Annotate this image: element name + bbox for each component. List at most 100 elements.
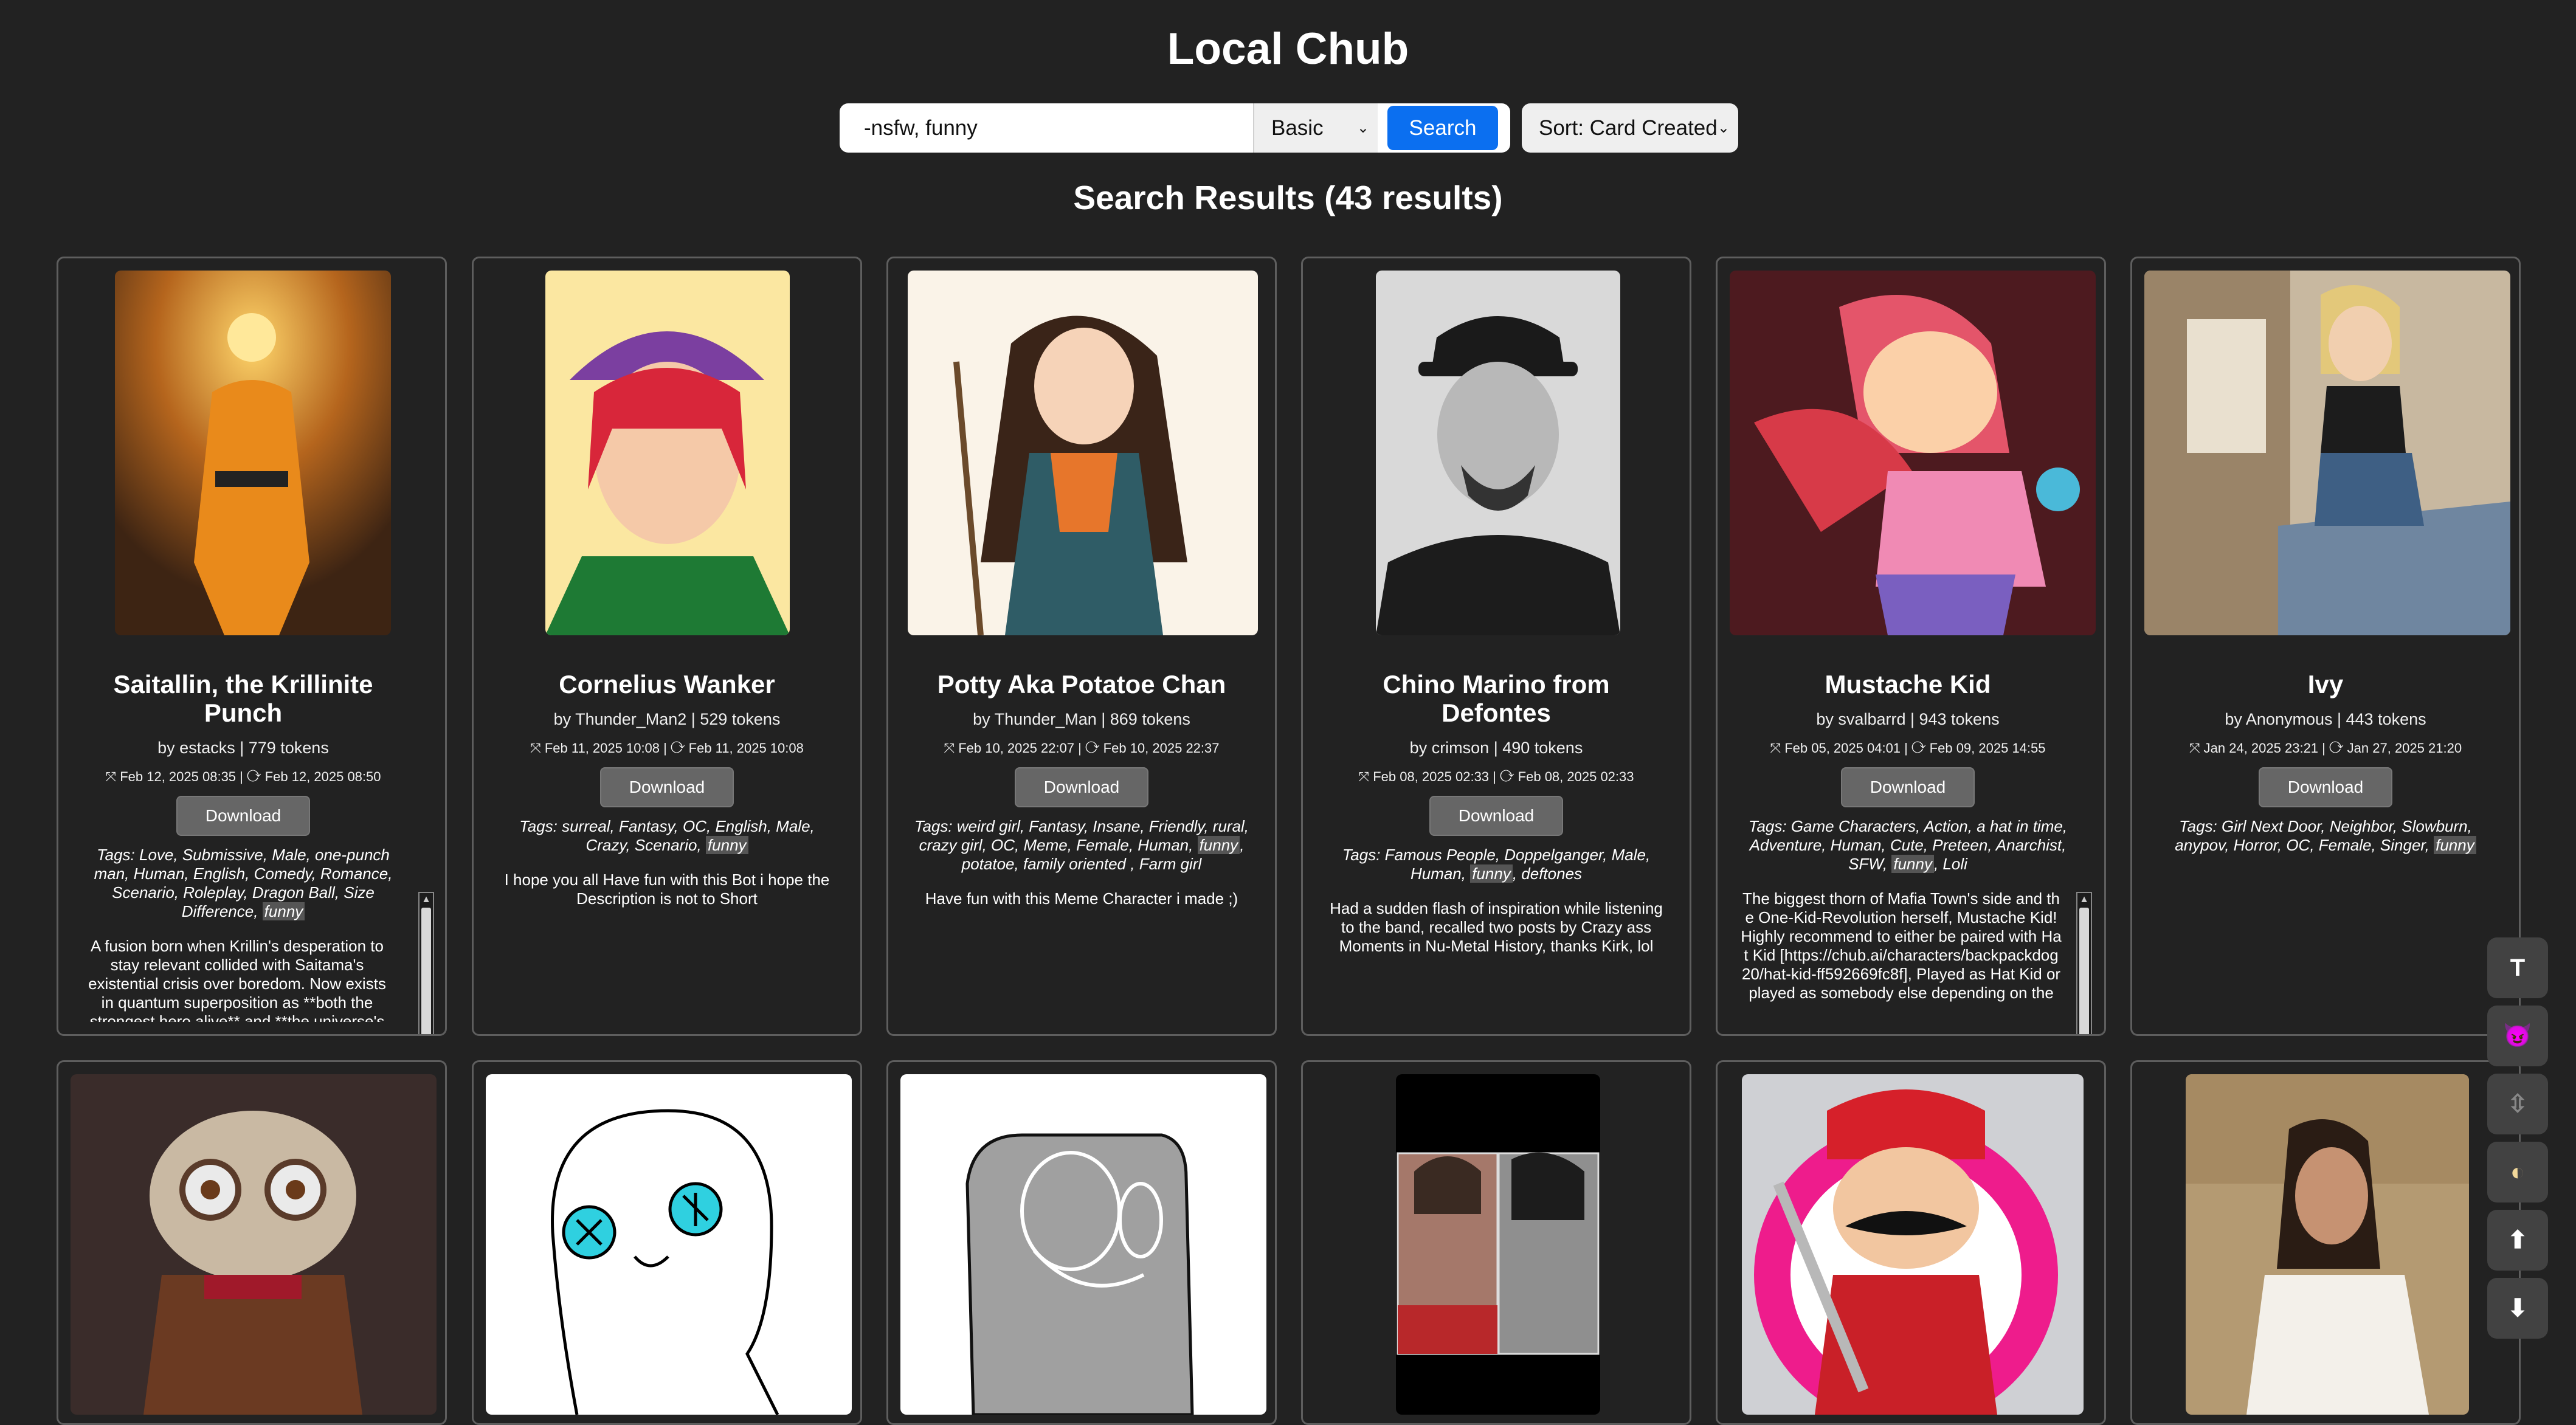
card-tags: Tags: weird girl, Fantasy, Insane, Frien… (914, 817, 1249, 874)
card-dates: ⤧ Feb 08, 2025 02:33 | ⟳ Feb 08, 2025 02… (1358, 769, 1634, 784)
character-card: Ivy by Anonymous | 443 tokens ⤧ Jan 24, … (2130, 257, 2521, 1036)
scroll-up-arrow-icon[interactable]: ▲ (420, 893, 433, 906)
character-card: Mustache Kid by svalbarrd | 943 tokens ⤧… (1716, 257, 2106, 1036)
character-card: Potty Aka Potatoe Chan by Thunder_Man | … (886, 257, 1277, 1036)
sort-select[interactable]: Sort: Card Created ⌄ (1522, 103, 1738, 153)
character-image[interactable] (115, 271, 391, 635)
character-image[interactable] (71, 1074, 437, 1415)
chevron-down-icon: ⌄ (1717, 120, 1730, 136)
character-image[interactable] (1742, 1074, 2084, 1415)
download-button[interactable]: Download (2258, 767, 2393, 807)
card-author-tokens: by estacks | 779 tokens (157, 739, 329, 757)
scroll-top-button[interactable]: ⬆ (2487, 1210, 2548, 1271)
arrow-down-icon: ⬇ (2507, 1295, 2528, 1322)
text-size-button[interactable]: T (2487, 937, 2548, 998)
search-input[interactable] (840, 103, 1253, 153)
character-image[interactable] (545, 271, 790, 635)
card-title[interactable]: Chino Marino from Defontes (1328, 670, 1664, 727)
card-scrollbar[interactable]: ▲ ▼ (418, 892, 434, 1034)
card-dates: ⤧ Feb 12, 2025 08:35 | ⟳ Feb 12, 2025 08… (105, 769, 381, 784)
tag-highlight: funny (705, 836, 748, 854)
scrollbar-thumb[interactable] (421, 908, 431, 1034)
tag-highlight: funny (262, 902, 305, 920)
card-dates: ⤧ Feb 11, 2025 10:08 | ⟳ Feb 11, 2025 10… (530, 740, 804, 756)
devil-icon: 😈 (2503, 1023, 2532, 1049)
card-tags: Tags: Girl Next Door, Neighbor, Slowburn… (2158, 817, 2493, 855)
card-tags: Tags: surreal, Fantasy, OC, English, Mal… (499, 817, 835, 855)
download-button[interactable]: Download (599, 767, 734, 807)
tag-highlight: funny (1470, 864, 1513, 883)
character-image[interactable] (486, 1074, 852, 1415)
theme-toggle-button[interactable]: ◐ (2487, 1142, 2548, 1202)
download-button[interactable]: Download (1840, 767, 1975, 807)
tags-text: Tags: Girl Next Door, Neighbor, Slowburn… (2175, 817, 2472, 854)
character-card (1716, 1060, 2106, 1425)
download-button[interactable]: Download (1014, 767, 1149, 807)
card-author-tokens: by crimson | 490 tokens (1409, 739, 1583, 757)
scroll-bottom-button[interactable]: ⬇ (2487, 1278, 2548, 1339)
scrollbar-thumb[interactable] (2079, 908, 2089, 1034)
search-button[interactable]: Search (1387, 106, 1498, 150)
card-description: Have fun with this Meme Character i made… (925, 889, 1238, 908)
character-image[interactable] (2186, 1074, 2469, 1415)
character-card: Saitallin, the Krillinite Punch by estac… (57, 257, 447, 1036)
character-image[interactable] (1396, 1074, 1600, 1415)
card-scrollbar[interactable]: ▲ ▼ (2076, 892, 2092, 1034)
scroll-up-arrow-icon[interactable]: ▲ (2077, 893, 2091, 906)
character-card: Cornelius Wanker by Thunder_Man2 | 529 t… (472, 257, 862, 1036)
tag-highlight: funny (2434, 836, 2476, 854)
card-title[interactable]: Mustache Kid (1741, 670, 2075, 699)
expand-vertical-icon: ⇳ (2507, 1091, 2528, 1117)
card-body: Mustache Kid by svalbarrd | 943 tokens ⤧… (1741, 654, 2075, 1022)
tags-text: Tags: Love, Submissive, Male, one-punch … (94, 846, 393, 920)
character-image[interactable] (1730, 271, 2096, 635)
card-dates: ⤧ Feb 05, 2025 04:01 | ⟳ Feb 09, 2025 14… (1770, 740, 2046, 756)
card-title[interactable]: Cornelius Wanker (499, 670, 835, 699)
card-title[interactable]: Potty Aka Potatoe Chan (914, 670, 1249, 699)
card-body: Chino Marino from Defontes by crimson | … (1328, 654, 1664, 1022)
search-bar: Basic ⌄ Search (840, 103, 1510, 153)
character-card: Chino Marino from Defontes by crimson | … (1301, 257, 1691, 1036)
chevron-down-icon: ⌄ (1356, 120, 1369, 136)
tags-text-after: , Loli (1933, 855, 1967, 873)
card-dates: ⤧ Jan 24, 2025 23:21 | ⟳ Jan 27, 2025 21… (2189, 740, 2462, 756)
expand-button[interactable]: ⇳ (2487, 1074, 2548, 1134)
nsfw-toggle-button[interactable]: 😈 (2487, 1006, 2548, 1066)
card-author-tokens: by svalbarrd | 943 tokens (1816, 710, 2000, 728)
download-button[interactable]: Download (176, 796, 311, 836)
card-description: Had a sudden flash of inspiration while … (1330, 899, 1663, 955)
card-tags: Tags: Love, Submissive, Male, one-punch … (84, 846, 402, 921)
tag-highlight: funny (1197, 836, 1240, 854)
character-image[interactable] (2144, 271, 2510, 635)
card-description: A fusion born when Krillin's desperation… (88, 937, 386, 1022)
text-icon: T (2510, 954, 2526, 981)
character-card (886, 1060, 1277, 1425)
card-body: Saitallin, the Krillinite Punch by estac… (84, 654, 402, 1022)
card-tags: Tags: Game Characters, Action, a hat in … (1741, 817, 2075, 874)
tags-text-after: , deftones (1512, 864, 1583, 883)
app-title: Local Chub (1167, 24, 1409, 74)
half-moon-icon: ◐ (2510, 1159, 2526, 1185)
character-image[interactable] (908, 271, 1258, 635)
sort-value: Sort: Card Created (1539, 116, 1718, 140)
card-author-tokens: by Anonymous | 443 tokens (2225, 710, 2426, 728)
card-description: I hope you all Have fun with this Bot i … (504, 871, 830, 908)
tag-highlight: funny (1891, 855, 1934, 873)
card-body: Ivy by Anonymous | 443 tokens ⤧ Jan 24, … (2158, 654, 2493, 1022)
character-card (472, 1060, 862, 1425)
character-card (2130, 1060, 2521, 1425)
download-button[interactable]: Download (1429, 796, 1564, 836)
card-dates: ⤧ Feb 10, 2025 22:07 | ⟳ Feb 10, 2025 22… (944, 740, 1220, 756)
results-heading: Search Results (43 results) (1073, 179, 1503, 216)
card-title[interactable]: Saitallin, the Krillinite Punch (84, 670, 402, 727)
card-tags: Tags: Famous People, Doppelganger, Male,… (1328, 846, 1664, 883)
character-card (57, 1060, 447, 1425)
card-title[interactable]: Ivy (2158, 670, 2493, 699)
search-mode-select[interactable]: Basic ⌄ (1253, 103, 1378, 153)
card-body: Potty Aka Potatoe Chan by Thunder_Man | … (914, 654, 1249, 1022)
card-body: Cornelius Wanker by Thunder_Man2 | 529 t… (499, 654, 835, 1022)
card-description: The biggest thorn of Mafia Town's side a… (1741, 889, 2062, 1002)
character-image[interactable] (1376, 271, 1620, 635)
character-image[interactable] (900, 1074, 1266, 1415)
character-card (1301, 1060, 1691, 1425)
